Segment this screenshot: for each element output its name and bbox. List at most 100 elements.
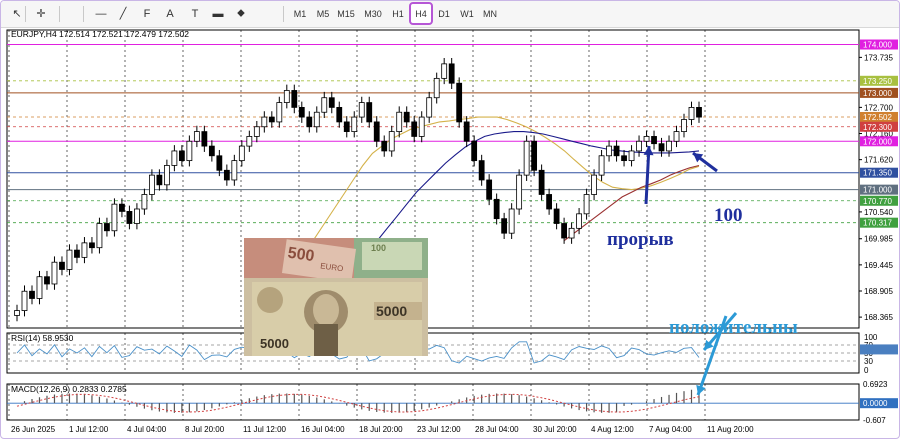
price-level-tag-label: 173.000 (863, 89, 892, 98)
candle-body (104, 223, 110, 232)
candle-body (598, 155, 605, 176)
y-tick-label: 169.985 (864, 235, 893, 244)
timeframe-m30[interactable]: M30 (363, 4, 383, 23)
cursor-icon[interactable]: ↖ (7, 4, 27, 23)
trendline-icon[interactable]: ╱ (113, 4, 133, 23)
text-label-icon[interactable]: T (185, 4, 205, 23)
candle-body (426, 97, 433, 118)
price-chart[interactable]: 173.735172.700172.160171.620170.540169.9… (1, 28, 899, 438)
timeframe-mn[interactable]: MN (480, 4, 500, 23)
x-tick-label: 4 Aug 12:00 (591, 425, 634, 434)
candle-body (253, 126, 260, 137)
candle-body (561, 223, 567, 239)
chart-title: EURJPY,H4 172.514 172.521 172.479 172.50… (11, 29, 189, 39)
candle-body (178, 150, 185, 162)
breakout-arrow-head (643, 146, 654, 156)
shapes-icon[interactable]: ⬥ (231, 4, 251, 23)
timeframe-m1[interactable]: M1 (290, 4, 310, 23)
rsi-title: RSI(14) 58.9530 (11, 333, 74, 343)
x-tick-label: 23 Jul 12:00 (417, 425, 461, 434)
candle-body (343, 121, 350, 132)
crosshair-icon[interactable]: ✛ (31, 4, 51, 23)
x-tick-label: 30 Jul 20:00 (533, 425, 577, 434)
candle-body (636, 140, 642, 152)
price-pane-border (6, 29, 860, 329)
timeframe-h4[interactable]: H4 (409, 2, 433, 25)
price-level-tag-label: 170.770 (863, 197, 892, 206)
candle-body (493, 198, 500, 220)
candle-body (358, 102, 365, 118)
candle-body (44, 276, 50, 285)
timeframe-m5[interactable]: M5 (313, 4, 333, 23)
rsi-value-tag (860, 344, 898, 355)
y-tick-label: 168.365 (864, 313, 893, 322)
candle-body (351, 116, 358, 132)
candle-body (126, 211, 133, 224)
timeframe-m15[interactable]: M15 (336, 4, 356, 23)
candle-body (59, 261, 65, 270)
candle-body (501, 218, 508, 234)
candle-body (628, 150, 635, 162)
svg-text:5000: 5000 (260, 336, 289, 351)
candle-body (381, 140, 388, 152)
rsi-level-label: 30 (864, 357, 873, 366)
rectangle-icon[interactable]: ▬ (208, 4, 228, 23)
candle-body (591, 174, 597, 195)
price-level-tag-label: 172.000 (863, 137, 892, 146)
macd-tick-label: -0.607 (863, 416, 886, 425)
candle-body (141, 194, 148, 210)
x-tick-label: 11 Jul 12:00 (243, 425, 287, 434)
price-level-tag-label: 172.502 (863, 113, 892, 122)
candle-body (216, 155, 223, 171)
candle-body (321, 97, 328, 113)
ma100-annotation: 100 (714, 205, 743, 226)
chart-window: ↖ ✛ — ╱ F A T ▬ ⬥ M1 M5 M15 M30 H1 H4 D1 W1 MN 173.735 17… (0, 0, 900, 439)
x-tick-label: 1 Jul 12:00 (69, 425, 109, 434)
macd-tick-label: 0.6923 (863, 380, 888, 389)
x-tick-label: 26 Jun 2025 (11, 425, 56, 434)
candle-body (441, 63, 448, 79)
candle-body (471, 140, 478, 162)
x-tick-label: 16 Jul 04:00 (301, 425, 345, 434)
candle-body (658, 143, 665, 152)
candle-body (643, 136, 650, 142)
candle-body (576, 213, 582, 229)
toolbar-separator (83, 6, 84, 22)
toolbar: ↖ ✛ — ╱ F A T ▬ ⬥ M1 M5 M15 M30 H1 H4 D1 W1 MN (1, 1, 899, 28)
candle-body (336, 107, 343, 123)
toolbar-separator (25, 6, 26, 22)
candle-body (583, 194, 590, 215)
candle-body (231, 160, 238, 181)
y-tick-label: 171.620 (864, 156, 893, 165)
candle-body (313, 111, 320, 128)
candle-body (223, 169, 230, 181)
candle-body (666, 140, 672, 152)
candle-body (96, 223, 103, 249)
chart-area[interactable]: 173.735 172.700 172.160 171.620 170.540 169.9… (1, 28, 899, 438)
horizontal-line-icon[interactable]: — (91, 4, 111, 23)
candle-body (208, 145, 215, 157)
x-tick-label: 28 Jul 04:00 (475, 425, 519, 434)
candle-body (276, 102, 283, 123)
candle-body (119, 203, 125, 212)
candle-body (291, 90, 298, 108)
x-tick-label: 7 Aug 04:00 (649, 425, 692, 434)
candle-body (508, 208, 515, 234)
timeframe-d1[interactable]: D1 (434, 4, 454, 23)
timeframe-w1[interactable]: W1 (457, 4, 477, 23)
candle-body (606, 145, 612, 157)
y-tick-label: 173.735 (864, 53, 893, 62)
svg-text:100: 100 (371, 243, 386, 253)
candle-body (688, 107, 695, 120)
price-level-tag-label: 171.350 (863, 169, 892, 178)
candle-body (193, 131, 200, 142)
text-icon[interactable]: A (160, 4, 180, 23)
rsi-bound-label: 0 (864, 366, 869, 375)
candle-body (163, 165, 170, 186)
candle-body (36, 276, 43, 299)
candle-body (388, 131, 395, 152)
x-tick-label: 4 Jul 04:00 (127, 425, 167, 434)
fibonacci-icon[interactable]: F (137, 4, 157, 23)
rsi-bound-label: 100 (864, 333, 878, 342)
timeframe-h1[interactable]: H1 (388, 4, 408, 23)
